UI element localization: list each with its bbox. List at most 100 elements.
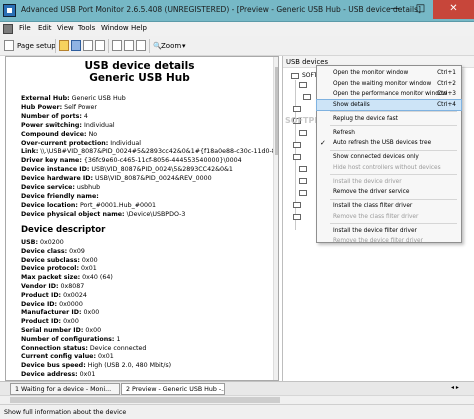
- toolbar: Page setup 🔍 Zoom ▾: [0, 36, 474, 56]
- property-value: 0x0024: [63, 291, 87, 299]
- context-menu-shortcut: Ctrl+1: [437, 70, 456, 76]
- context-menu-item[interactable]: Install the device filter driver: [317, 226, 461, 236]
- chevron-down-icon[interactable]: ▾: [182, 42, 186, 50]
- context-menu-item-label: Refresh: [333, 129, 355, 136]
- device-property-row: Link: \\.\USB#VID_8087&PID_0024#5&2893cc…: [21, 148, 278, 156]
- context-menu-item[interactable]: Remove the driver service: [317, 187, 461, 197]
- property-label: Over-current protection:: [21, 139, 109, 147]
- property-label: Current config value:: [21, 353, 96, 361]
- usb-device-icon[interactable]: [299, 190, 307, 196]
- scrollbar-thumb[interactable]: [275, 67, 278, 155]
- scrollbar-thumb[interactable]: [10, 397, 280, 403]
- descriptor-row: Current config value: 0x01: [21, 353, 114, 360]
- tab-preview[interactable]: 2 Preview - Generic USB Hub -...: [121, 383, 225, 395]
- device-property-row: Device physical object name: \Device\USB…: [21, 211, 185, 218]
- usb-controller-icon[interactable]: [293, 214, 301, 220]
- device-property-row: Device instance ID: USB\VID_8087&PID_002…: [21, 166, 233, 173]
- context-menu-item[interactable]: ✓ Auto refresh the USB devices tree: [317, 138, 461, 148]
- device-property-row: Device hardware ID: USB\VID_8087&PID_002…: [21, 175, 212, 182]
- property-label: Serial number ID:: [21, 327, 84, 334]
- property-value: 0x8087: [60, 283, 85, 290]
- property-label: Device physical object name:: [21, 210, 125, 218]
- print-icon[interactable]: [4, 40, 14, 51]
- context-menu-item[interactable]: Show connected devices only: [317, 152, 461, 162]
- menu-help[interactable]: Help: [131, 24, 147, 32]
- descriptor-row: Product ID: 0x00: [21, 318, 79, 325]
- property-value: {36fc9e60-c465-11cf-8056-444553540000}\0…: [83, 157, 242, 165]
- device-descriptor-heading: Device descriptor: [21, 225, 106, 235]
- usb-controller-icon[interactable]: [293, 142, 301, 148]
- app-icon[interactable]: [3, 4, 16, 17]
- property-label: Number of configurations:: [21, 335, 115, 343]
- context-menu-item[interactable]: Remove the device filter driver: [317, 236, 461, 246]
- context-menu-item[interactable]: Open the performance monitor window Ctrl+…: [317, 89, 461, 99]
- descriptor-row: Manufacturer ID: 0x00: [21, 309, 99, 316]
- device-property-row: Device service: usbhub: [21, 184, 100, 191]
- descriptor-row: Product ID: 0x0024: [21, 292, 87, 299]
- usb-controller-icon[interactable]: [293, 202, 301, 208]
- menu-window[interactable]: Window: [101, 24, 129, 32]
- tab-scroll-arrows[interactable]: ◂ ▸: [451, 384, 471, 394]
- usb-controller-icon[interactable]: [293, 106, 301, 112]
- property-value: 0x0200: [39, 239, 64, 246]
- context-menu-item-label: Install the class filter driver: [333, 203, 413, 209]
- property-label: Device protocol:: [21, 265, 79, 273]
- menu-file[interactable]: File: [19, 24, 31, 32]
- property-label: External Hub:: [21, 95, 70, 102]
- menu-edit[interactable]: Edit: [38, 24, 52, 32]
- context-menu-item-label: Install the device driver: [333, 178, 402, 185]
- context-menu-item[interactable]: Remove the class filter driver: [317, 212, 461, 222]
- export-icon[interactable]: [95, 40, 105, 51]
- usb-device-icon[interactable]: [299, 166, 307, 172]
- context-menu-item[interactable]: Refresh: [317, 128, 461, 138]
- horizontal-scrollbar[interactable]: [0, 395, 474, 404]
- tab-waiting-monitor[interactable]: 1 Waiting for a device - Moni...: [10, 383, 120, 395]
- prev-page-icon[interactable]: [124, 40, 134, 51]
- context-menu-item[interactable]: Install the device driver: [317, 177, 461, 187]
- close-button[interactable]: ✕: [433, 0, 474, 19]
- usb-device-icon[interactable]: [299, 178, 307, 184]
- checkmark-icon: ✓: [320, 139, 326, 147]
- first-page-icon[interactable]: [112, 40, 122, 51]
- context-menu-item[interactable]: Open the monitor window Ctrl+1: [317, 68, 461, 78]
- usb-hub-icon[interactable]: [303, 94, 311, 100]
- property-value: Individual: [110, 139, 141, 147]
- copy-icon[interactable]: [83, 40, 93, 51]
- context-menu-item-label: Remove the device filter driver: [333, 238, 423, 244]
- usb-hub-icon[interactable]: [299, 130, 307, 136]
- property-value: 0x00: [81, 256, 98, 264]
- minimize-button[interactable]: —: [382, 0, 408, 19]
- toolbar-separator: [55, 39, 56, 53]
- page-setup-button[interactable]: Page setup: [17, 42, 56, 50]
- menu-view[interactable]: View: [57, 24, 74, 32]
- descriptor-row: Device protocol: 0x01: [21, 265, 97, 272]
- property-value: 0x01: [80, 265, 97, 273]
- property-label: Number of ports:: [21, 112, 82, 120]
- usb-controller-icon[interactable]: [299, 82, 307, 88]
- context-menu-item[interactable]: Show details Ctrl+4: [316, 98, 462, 111]
- open-icon[interactable]: [59, 40, 69, 51]
- property-value: 0x00: [83, 309, 100, 317]
- menu-separator: [330, 111, 457, 112]
- context-menu-item-label: Replug the device fast: [333, 115, 398, 122]
- toolbar-separator: [108, 39, 109, 53]
- context-menu-item[interactable]: Install the class filter driver: [317, 201, 461, 211]
- context-menu-item[interactable]: Replug the device fast: [317, 114, 461, 124]
- title-bar: Advanced USB Port Monitor 2.6.5.408 (UNR…: [0, 0, 474, 22]
- next-page-icon[interactable]: [136, 40, 146, 51]
- document-subtitle: Generic USB Hub: [89, 72, 190, 84]
- zoom-dropdown[interactable]: Zoom: [161, 42, 181, 50]
- property-label: Link:: [21, 148, 39, 156]
- property-value: Port_#0001.Hub_#0001: [79, 201, 157, 209]
- context-menu-item-label: Open the waiting monitor window: [333, 80, 432, 87]
- property-label: Driver key name:: [21, 157, 82, 165]
- menu-tools[interactable]: Tools: [78, 24, 95, 32]
- save-icon[interactable]: [71, 40, 81, 51]
- context-menu-item[interactable]: Hide host controllers without devices: [317, 163, 461, 173]
- vertical-scrollbar[interactable]: [273, 57, 278, 380]
- context-menu-item[interactable]: Open the waiting monitor window Ctrl+2: [317, 79, 461, 89]
- document-menu-icon[interactable]: [3, 24, 13, 34]
- usb-controller-icon[interactable]: [293, 154, 301, 160]
- context-menu-item-label: Remove the class filter driver: [333, 213, 419, 220]
- maximize-button[interactable]: □: [408, 0, 433, 19]
